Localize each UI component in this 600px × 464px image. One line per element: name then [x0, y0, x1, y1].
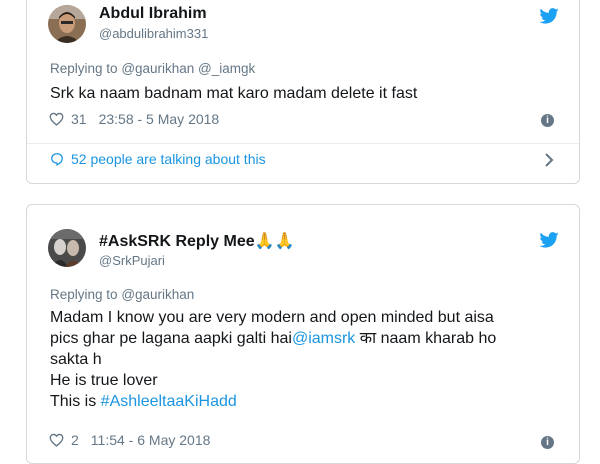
- replying-mentions[interactable]: @gaurikhan: [121, 287, 194, 302]
- name-emoji: 🙏🙏: [254, 233, 295, 250]
- tweet-text: Srk ka naam badnam mat karo madam delete…: [50, 85, 418, 102]
- tweet-line-2-rest: का naam kharab ho: [355, 330, 497, 347]
- chevron-right-icon[interactable]: [544, 153, 554, 167]
- tweet-line-5: This is #AshleeltaaKiHadd: [50, 391, 560, 412]
- timestamp[interactable]: 23:58 - 5 May 2018: [99, 111, 220, 127]
- replying-prefix: Replying to: [50, 287, 118, 302]
- tweet-line-5-text: This is: [50, 393, 101, 410]
- mention-link[interactable]: @iamsrk: [292, 330, 355, 347]
- author-name-text: #AskSRK Reply Mee: [99, 233, 255, 250]
- comment-bubble-icon: [51, 153, 63, 166]
- tweet-meta: 2 11:54 - 6 May 2018: [49, 432, 210, 448]
- divider: [27, 143, 579, 144]
- tweet-line-2: pics ghar pe lagana aapki galti hai@iams…: [50, 328, 560, 349]
- tweet-text: Madam I know you are very modern and ope…: [50, 307, 560, 412]
- tweet-card-1: Abdul Ibrahim @abdulibrahim331 Replying …: [26, 0, 580, 184]
- tweet-line-4: He is true lover: [50, 372, 158, 389]
- author-name[interactable]: #AskSRK Reply Mee🙏🙏: [99, 231, 294, 251]
- author-handle[interactable]: @SrkPujari: [99, 253, 165, 268]
- author-handle[interactable]: @abdulibrahim331: [99, 26, 208, 41]
- tweet-card-2: #AskSRK Reply Mee🙏🙏 @SrkPujari Replying …: [26, 204, 580, 464]
- tweet-meta: 31 23:58 - 5 May 2018: [49, 111, 219, 127]
- heart-icon[interactable]: [49, 112, 64, 126]
- replying-to: Replying to @gaurikhan @_iamgk: [50, 61, 255, 76]
- hashtag-link[interactable]: #AshleeltaaKiHadd: [101, 393, 237, 410]
- timestamp[interactable]: 11:54 - 6 May 2018: [91, 432, 211, 448]
- author-name[interactable]: Abdul Ibrahim: [99, 5, 207, 23]
- talking-label[interactable]: 52 people are talking about this: [71, 151, 266, 167]
- twitter-bird-icon[interactable]: [539, 8, 559, 24]
- like-count: 31: [71, 111, 87, 127]
- twitter-bird-icon[interactable]: [539, 232, 559, 248]
- info-icon[interactable]: i: [541, 436, 554, 449]
- tweet-line-1: Madam I know you are very modern and ope…: [50, 309, 494, 326]
- info-icon[interactable]: i: [541, 114, 554, 127]
- tweet-line-3: sakta h: [50, 351, 102, 368]
- like-count: 2: [71, 432, 79, 448]
- talking-link[interactable]: 52 people are talking about this: [50, 151, 266, 167]
- replying-to: Replying to @gaurikhan: [50, 287, 194, 302]
- tweet-line-2-text: pics ghar pe lagana aapki galti hai: [50, 330, 292, 347]
- replying-mentions[interactable]: @gaurikhan @_iamgk: [121, 61, 255, 76]
- replying-prefix: Replying to: [50, 61, 118, 76]
- avatar[interactable]: [48, 229, 86, 267]
- heart-icon[interactable]: [49, 433, 64, 447]
- avatar[interactable]: [48, 5, 86, 43]
